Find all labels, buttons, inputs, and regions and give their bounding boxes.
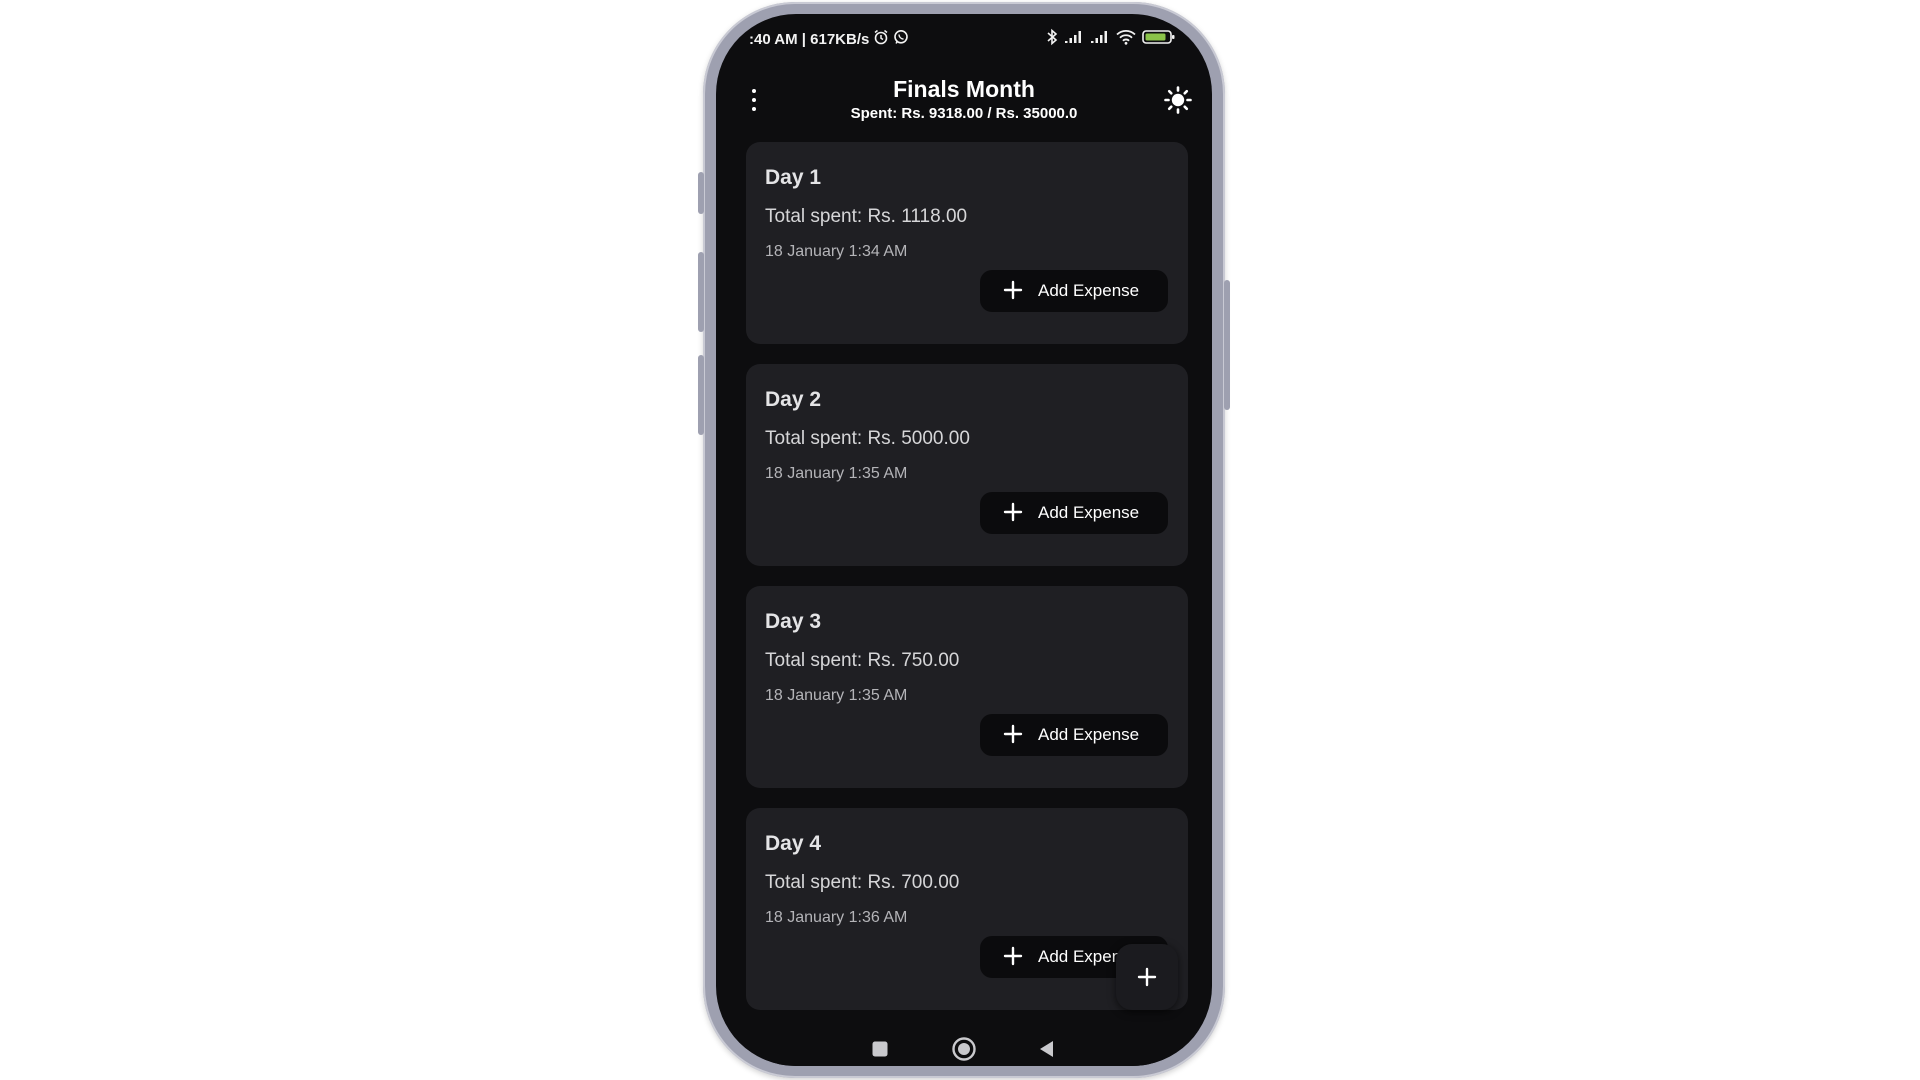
triangle-back-icon bbox=[1040, 1041, 1053, 1057]
add-expense-label: Add Expense bbox=[1038, 725, 1140, 744]
circle-icon bbox=[952, 1037, 976, 1061]
add-expense-label: Add Expense bbox=[1038, 281, 1140, 300]
day-total: Total spent: Rs. 700.00 bbox=[765, 872, 960, 893]
day-date: 18 January 1:34 AM bbox=[765, 243, 908, 260]
alarm-icon bbox=[873, 29, 889, 49]
day-card[interactable]: Day 1 Total spent: Rs. 1118.00 18 Januar… bbox=[746, 142, 1188, 344]
battery-icon bbox=[1142, 29, 1176, 49]
day-total: Total spent: Rs. 750.00 bbox=[765, 650, 960, 671]
plus-icon bbox=[1003, 724, 1023, 744]
whatsapp-icon bbox=[893, 29, 909, 49]
side-button bbox=[698, 172, 704, 214]
theme-toggle-icon[interactable] bbox=[1163, 85, 1193, 115]
plus-icon bbox=[1137, 967, 1157, 987]
status-time-speed: :40 AM | 617KB/s bbox=[749, 30, 870, 48]
day-title: Day 3 bbox=[765, 610, 822, 633]
side-button bbox=[1224, 280, 1230, 410]
add-expense-button[interactable]: Add Expense bbox=[980, 714, 1168, 756]
add-expense-button[interactable]: Add Expense bbox=[980, 492, 1168, 534]
plus-icon bbox=[1003, 502, 1023, 522]
day-title: Day 4 bbox=[765, 832, 822, 855]
day-date: 18 January 1:35 AM bbox=[765, 687, 908, 704]
back-button[interactable] bbox=[1027, 1032, 1067, 1066]
recent-apps-button[interactable] bbox=[860, 1032, 900, 1066]
page-title: Finals Month bbox=[893, 76, 1035, 102]
plus-icon bbox=[1003, 280, 1023, 300]
add-expense-button[interactable]: Add Expense bbox=[980, 270, 1168, 312]
day-total: Total spent: Rs. 1118.00 bbox=[765, 206, 968, 227]
add-expense-label: Add Expen bbox=[1038, 947, 1122, 966]
day-title: Day 2 bbox=[765, 388, 822, 411]
square-icon bbox=[872, 1041, 888, 1057]
home-button[interactable] bbox=[944, 1032, 984, 1066]
day-total: Total spent: Rs. 5000.00 bbox=[765, 428, 970, 449]
day-title: Day 1 bbox=[765, 166, 822, 189]
signal-icon bbox=[1064, 30, 1084, 48]
phone-screen: :40 AM | 617KB/s Finals Month Spent: Rs.… bbox=[716, 14, 1212, 1066]
add-day-fab[interactable] bbox=[1116, 944, 1178, 1010]
side-button bbox=[698, 355, 704, 435]
add-expense-label: Add Expense bbox=[1038, 503, 1140, 522]
day-card[interactable]: Day 3 Total spent: Rs. 750.00 18 January… bbox=[746, 586, 1188, 788]
day-list: Day 1 Total spent: Rs. 1118.00 18 Januar… bbox=[716, 126, 1212, 1032]
signal-icon bbox=[1090, 30, 1110, 48]
app-bar: Finals Month Spent: Rs. 9318.00 / Rs. 35… bbox=[716, 64, 1212, 126]
side-button bbox=[698, 252, 704, 332]
day-date: 18 January 1:35 AM bbox=[765, 465, 908, 482]
budget-summary: Spent: Rs. 9318.00 / Rs. 35000.0 bbox=[850, 105, 1078, 122]
plus-icon bbox=[1003, 946, 1023, 966]
day-card[interactable]: Day 2 Total spent: Rs. 5000.00 18 Januar… bbox=[746, 364, 1188, 566]
bluetooth-icon bbox=[1046, 28, 1058, 50]
status-bar: :40 AM | 617KB/s bbox=[716, 28, 1212, 50]
wifi-icon bbox=[1116, 29, 1136, 49]
day-date: 18 January 1:36 AM bbox=[765, 909, 908, 926]
navigation-bar bbox=[716, 1032, 1212, 1066]
